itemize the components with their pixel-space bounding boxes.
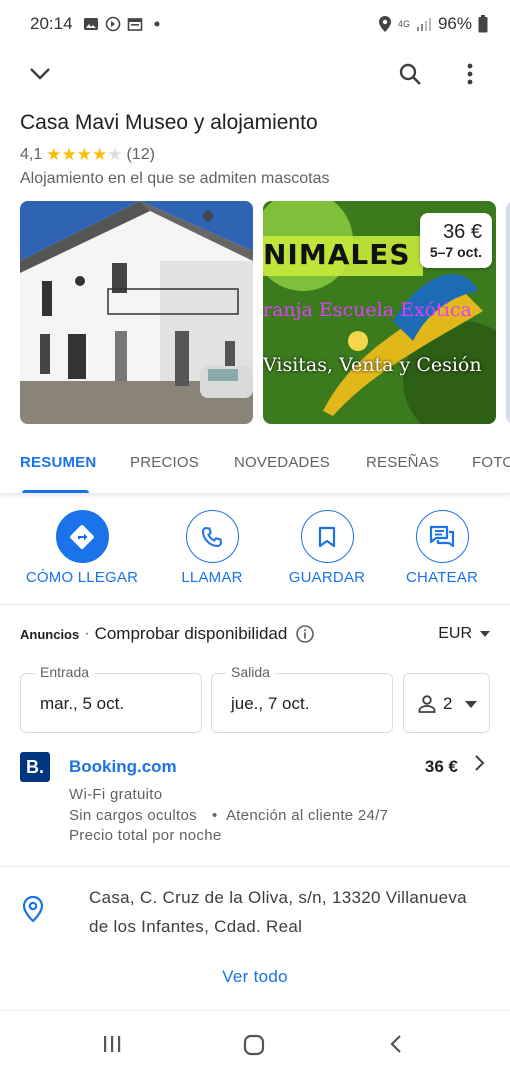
image-icon (83, 18, 98, 30)
ads-label: Anuncios (20, 626, 80, 642)
directions-circle (55, 510, 109, 563)
photo-carousel[interactable]: NIMALES ranja Escuela Exótica Visitas, V… (0, 201, 510, 425)
photo-farm-poster[interactable]: NIMALES ranja Escuela Exótica Visitas, V… (263, 201, 496, 424)
info-icon[interactable] (295, 624, 315, 644)
separator-dot: · (84, 625, 90, 642)
call-circle (185, 510, 239, 563)
booking-logo: B. (20, 752, 50, 782)
price-badge: 36 € 5–7 oct. (419, 213, 492, 268)
place-title: Casa Mavi Museo y alojamiento (20, 111, 318, 134)
tab-resumen[interactable]: RESUMEN (20, 454, 96, 471)
save-label: GUARDAR (288, 569, 366, 586)
tab-novedades[interactable]: NOVEDADES (234, 454, 330, 471)
tab-fotos[interactable]: FOTO (472, 454, 510, 471)
action-row: CÓMO LLEGAR LLAMAR GUARDAR CHATEAR (0, 510, 510, 605)
directions-icon (70, 524, 94, 549)
top-bar (0, 52, 510, 98)
calendar-icon (127, 18, 142, 31)
house-photo-image (20, 201, 253, 424)
more-vert-icon (467, 63, 473, 85)
address-row[interactable]: Casa, C. Cruz de la Oliva, s/n, 13320 Vi… (0, 866, 510, 936)
booking-price-note: Precio total por noche (69, 827, 222, 844)
system-nav-bar (0, 1010, 510, 1080)
review-count: (12) (126, 146, 155, 163)
chat-icon (429, 525, 455, 547)
rating-value: 4,1 (20, 146, 43, 163)
home-icon[interactable] (243, 1034, 265, 1056)
photo-house[interactable] (20, 201, 253, 424)
more-options-button[interactable] (450, 54, 490, 94)
battery-icon (478, 15, 488, 33)
place-category: Alojamiento en el que se admiten mascota… (20, 170, 330, 187)
currency-selector[interactable]: EUR (438, 625, 490, 643)
tab-precios[interactable]: PRECIOS (130, 454, 199, 471)
checkin-value: mar., 5 oct. (40, 694, 125, 713)
dot-icon (154, 21, 160, 27)
search-icon (399, 63, 421, 85)
save-button[interactable]: GUARDAR (267, 510, 387, 586)
poster-subtitle: ranja Escuela Exótica (263, 299, 472, 321)
chat-button[interactable]: CHATEAR (382, 510, 502, 586)
booking-amenity-nofees: Sin cargos ocultos (69, 807, 197, 824)
checkout-field[interactable]: Salida jue., 7 oct. (211, 664, 393, 733)
collapse-button[interactable] (20, 54, 60, 94)
chevron-down-icon (30, 68, 50, 80)
poster-caption: Visitas, Venta y Cesión (263, 354, 482, 376)
booking-name[interactable]: Booking.com (69, 757, 177, 777)
recent-apps-icon[interactable] (102, 1034, 122, 1054)
booking-amenity-wifi: Wi-Fi gratuito (69, 786, 163, 803)
check-availability-label: Comprobar disponibilidad (94, 624, 288, 643)
call-label: LLAMAR (181, 569, 243, 586)
currency-value: EUR (438, 625, 472, 642)
chat-circle (415, 510, 469, 563)
directions-label: CÓMO LLEGAR (25, 569, 139, 586)
signal-icon (416, 18, 431, 31)
network-type: 4G (397, 18, 410, 29)
booking-separator: • (212, 807, 218, 824)
rating-row[interactable]: 4,1 ★★★★★ (12) (20, 145, 155, 165)
save-circle (300, 510, 354, 563)
call-button[interactable]: LLAMAR (152, 510, 272, 586)
active-tab-indicator (22, 490, 89, 493)
price-badge-amount: 36 € (443, 221, 482, 243)
chat-label: CHATEAR (406, 569, 478, 586)
booking-amenity-support: Atención al cliente 24/7 (226, 807, 389, 824)
guests-dropdown-icon (465, 701, 477, 708)
bookmark-icon (318, 526, 336, 547)
back-icon[interactable] (389, 1034, 403, 1054)
status-time: 20:14 (30, 14, 73, 33)
search-button[interactable] (390, 54, 430, 94)
person-icon (418, 695, 436, 713)
availability-header: Anuncios · Comprobar disponibilidad EUR (20, 624, 490, 644)
status-bar: 20:14 4G 96% (0, 0, 510, 48)
rating-stars: ★★★★★ (46, 145, 123, 164)
battery-percent: 96% (437, 14, 472, 33)
directions-button[interactable]: CÓMO LLEGAR (22, 510, 142, 586)
tab-resenas[interactable]: RESEÑAS (366, 454, 439, 471)
photo-next-peek[interactable] (506, 201, 510, 424)
location-icon (378, 16, 391, 32)
location-pin-icon (22, 895, 44, 923)
checkout-value: jue., 7 oct. (231, 694, 310, 713)
guests-count: 2 (443, 694, 453, 713)
poster-headline: NIMALES (263, 238, 411, 271)
guests-selector[interactable]: 2 (403, 673, 490, 733)
checkin-field[interactable]: Entrada mar., 5 oct. (20, 664, 202, 733)
chevron-right-icon (475, 755, 485, 771)
checkout-label: Salida (226, 664, 275, 680)
price-badge-dates: 5–7 oct. (429, 244, 482, 260)
sync-icon (105, 16, 120, 32)
tab-bar: RESUMEN PRECIOS NOVEDADES RESEÑAS FOTO (0, 440, 510, 494)
dropdown-arrow-icon (480, 631, 490, 637)
booking-price: 36 € (424, 757, 458, 776)
phone-icon (201, 526, 223, 547)
see-all-link[interactable]: Ver todo (0, 967, 510, 987)
address-text: Casa, C. Cruz de la Oliva, s/n, 13320 Vi… (89, 888, 467, 936)
checkin-label: Entrada (35, 664, 95, 680)
